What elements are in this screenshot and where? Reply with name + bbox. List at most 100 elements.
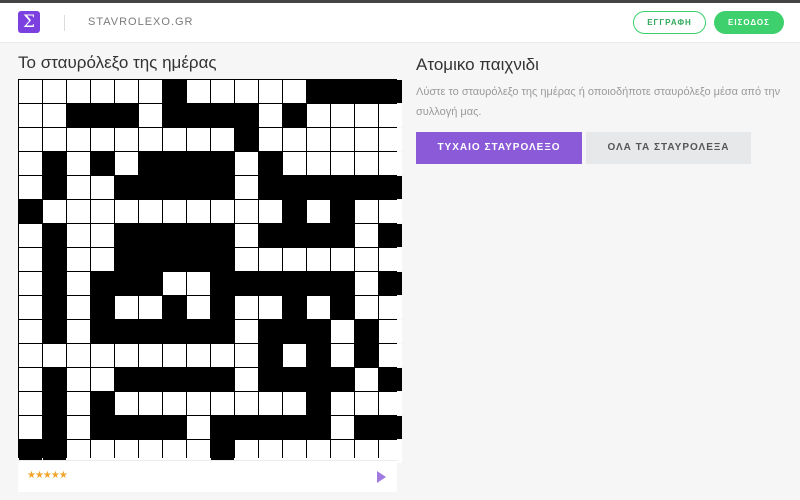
crossword-cell[interactable] xyxy=(307,152,330,175)
crossword-cell[interactable] xyxy=(91,128,114,151)
crossword-cell[interactable] xyxy=(283,80,306,103)
crossword-cell[interactable] xyxy=(307,104,330,127)
crossword-cell[interactable] xyxy=(91,200,114,223)
crossword-cell[interactable] xyxy=(67,128,90,151)
crossword-cell[interactable] xyxy=(91,368,114,391)
crossword-cell[interactable] xyxy=(379,152,402,175)
crossword-cell[interactable] xyxy=(235,80,258,103)
random-crossword-button[interactable]: ΤΥΧΑΙΟ ΣΤΑΥΡΟΛΕΞΟ xyxy=(416,132,582,164)
crossword-cell[interactable] xyxy=(67,368,90,391)
crossword-cell[interactable] xyxy=(187,296,210,319)
crossword-cell[interactable] xyxy=(67,272,90,295)
crossword-cell[interactable] xyxy=(67,344,90,367)
crossword-cell[interactable] xyxy=(259,104,282,127)
crossword-cell[interactable] xyxy=(235,200,258,223)
crossword-cell[interactable] xyxy=(67,80,90,103)
crossword-cell[interactable] xyxy=(67,296,90,319)
crossword-cell[interactable] xyxy=(19,344,42,367)
crossword-cell[interactable] xyxy=(67,224,90,247)
crossword-cell[interactable] xyxy=(283,248,306,271)
crossword-cell[interactable] xyxy=(43,128,66,151)
crossword-cell[interactable] xyxy=(19,296,42,319)
crossword-cell[interactable] xyxy=(67,176,90,199)
crossword-cell[interactable] xyxy=(19,368,42,391)
crossword-cell[interactable] xyxy=(379,392,402,415)
crossword-cell[interactable] xyxy=(331,392,354,415)
crossword-cell[interactable] xyxy=(163,200,186,223)
crossword-cell[interactable] xyxy=(331,128,354,151)
crossword-cell[interactable] xyxy=(259,128,282,151)
crossword-cell[interactable] xyxy=(355,224,378,247)
crossword-cell[interactable] xyxy=(43,80,66,103)
crossword-cell[interactable] xyxy=(235,296,258,319)
crossword-cell[interactable] xyxy=(139,128,162,151)
crossword-cell[interactable] xyxy=(115,392,138,415)
crossword-cell[interactable] xyxy=(283,344,306,367)
crossword-cell[interactable] xyxy=(115,128,138,151)
crossword-cell[interactable] xyxy=(307,296,330,319)
crossword-cell[interactable] xyxy=(19,320,42,343)
crossword-cell[interactable] xyxy=(331,152,354,175)
crossword-cell[interactable] xyxy=(163,344,186,367)
crossword-cell[interactable] xyxy=(211,392,234,415)
crossword-cell[interactable] xyxy=(139,296,162,319)
crossword-cell[interactable] xyxy=(19,272,42,295)
crossword-cell[interactable] xyxy=(19,128,42,151)
crossword-cell[interactable] xyxy=(67,392,90,415)
crossword-cell[interactable] xyxy=(235,224,258,247)
crossword-cell[interactable] xyxy=(139,80,162,103)
crossword-cell[interactable] xyxy=(331,416,354,439)
crossword-cell[interactable] xyxy=(43,344,66,367)
crossword-cell[interactable] xyxy=(355,200,378,223)
crossword-cell[interactable] xyxy=(19,248,42,271)
crossword-cell[interactable] xyxy=(43,104,66,127)
crossword-cell[interactable] xyxy=(19,224,42,247)
crossword-cell[interactable] xyxy=(355,272,378,295)
crossword-cell[interactable] xyxy=(187,272,210,295)
crossword-cell[interactable] xyxy=(43,200,66,223)
crossword-cell[interactable] xyxy=(379,104,402,127)
crossword-cell[interactable] xyxy=(283,152,306,175)
crossword-cell[interactable] xyxy=(259,296,282,319)
crossword-cell[interactable] xyxy=(331,248,354,271)
crossword-cell[interactable] xyxy=(331,344,354,367)
site-name[interactable]: STAVROLEXO.GR xyxy=(88,16,194,28)
crossword-cell[interactable] xyxy=(115,344,138,367)
crossword-cell[interactable] xyxy=(163,128,186,151)
crossword-cell[interactable] xyxy=(355,296,378,319)
crossword-cell[interactable] xyxy=(331,320,354,343)
crossword-cell[interactable] xyxy=(139,344,162,367)
crossword-cell[interactable] xyxy=(235,248,258,271)
crossword-cell[interactable] xyxy=(19,176,42,199)
crossword-cell[interactable] xyxy=(187,200,210,223)
crossword-cell[interactable] xyxy=(67,320,90,343)
crossword-cell[interactable] xyxy=(19,416,42,439)
crossword-cell[interactable] xyxy=(19,104,42,127)
crossword-cell[interactable] xyxy=(259,80,282,103)
crossword-cell[interactable] xyxy=(283,128,306,151)
crossword-cell[interactable] xyxy=(211,128,234,151)
crossword-cell[interactable] xyxy=(187,80,210,103)
crossword-cell[interactable] xyxy=(235,176,258,199)
crossword-cell[interactable] xyxy=(211,80,234,103)
crossword-cell[interactable] xyxy=(355,128,378,151)
crossword-cell[interactable] xyxy=(19,152,42,175)
crossword-cell[interactable] xyxy=(235,320,258,343)
crossword-cell[interactable] xyxy=(91,224,114,247)
crossword-cell[interactable] xyxy=(115,152,138,175)
crossword-cell[interactable] xyxy=(91,80,114,103)
crossword-cell[interactable] xyxy=(235,392,258,415)
crossword-cell[interactable] xyxy=(187,344,210,367)
crossword-cell[interactable] xyxy=(91,248,114,271)
crossword-cell[interactable] xyxy=(379,128,402,151)
play-icon[interactable] xyxy=(377,471,386,483)
crossword-cell[interactable] xyxy=(67,152,90,175)
crossword-grid[interactable] xyxy=(18,79,402,463)
crossword-cell[interactable] xyxy=(187,416,210,439)
crossword-cell[interactable] xyxy=(235,368,258,391)
register-button[interactable]: ΕΓΓΡΑΦΗ xyxy=(633,11,706,34)
crossword-cell[interactable] xyxy=(379,200,402,223)
crossword-cell[interactable] xyxy=(163,272,186,295)
crossword-cell[interactable] xyxy=(355,104,378,127)
crossword-cell[interactable] xyxy=(115,200,138,223)
